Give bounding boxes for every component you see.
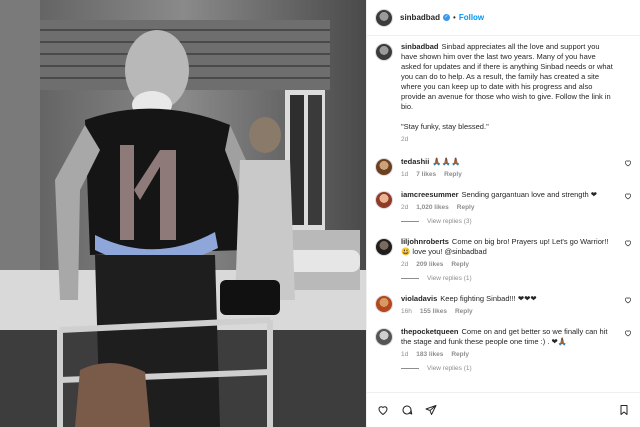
caption-meta: 2d (401, 136, 616, 143)
caption-age: 2d (401, 136, 409, 143)
comment-meta: 1d 183 likes Reply (401, 351, 616, 358)
like-heart-icon[interactable] (624, 159, 632, 167)
commenter-avatar[interactable] (375, 328, 393, 346)
view-replies-button[interactable]: View replies (3) (401, 218, 616, 225)
commenter-avatar[interactable] (375, 295, 393, 313)
comment-text: Sending gargantuan love and strength ❤ (461, 190, 598, 199)
caption-username[interactable]: sinbadbad (401, 42, 439, 51)
reply-button[interactable]: Reply (451, 351, 469, 358)
caption-row: sinbadbad Sinbad appreciates all the love… (367, 42, 640, 143)
commenter-username[interactable]: iamcreesummer (401, 190, 459, 199)
comment-age: 16h (401, 308, 412, 315)
post-header: sinbadbad ✓ • Follow (367, 0, 640, 36)
comment-item: liljohnroberts Come on big bro! Prayers u… (367, 237, 640, 282)
author-username[interactable]: sinbadbad (400, 13, 440, 22)
action-bar (367, 392, 640, 427)
separator-dot: • (453, 13, 456, 22)
caption-text: sinbadbad Sinbad appreciates all the love… (401, 42, 616, 112)
comment-item: tedashii 🙏🏾🙏🏾🙏🏾 1d 7 likes Reply (367, 157, 640, 178)
like-heart-icon[interactable] (624, 329, 632, 337)
view-replies-label[interactable]: View replies (3) (427, 218, 472, 225)
reply-button[interactable]: Reply (444, 171, 462, 178)
commenter-avatar[interactable] (375, 191, 393, 209)
comment-meta: 2d 209 likes Reply (401, 261, 616, 268)
comment-meta: 16h 155 likes Reply (401, 308, 616, 315)
comment-age: 2d (401, 261, 409, 268)
comment-likes[interactable]: 1,020 likes (416, 204, 449, 211)
author-avatar[interactable] (375, 43, 393, 61)
commenter-username[interactable]: liljohnroberts (401, 237, 449, 246)
view-replies-button[interactable]: View replies (1) (401, 275, 616, 282)
share-paper-plane-icon[interactable] (425, 404, 437, 416)
author-avatar[interactable] (375, 8, 393, 27)
comment-item: violadavis Keep fighting Sinbad!!! ❤❤❤ 16… (367, 294, 640, 315)
comment-age: 2d (401, 204, 409, 211)
view-replies-label[interactable]: View replies (1) (427, 275, 472, 282)
replies-divider (401, 368, 419, 369)
like-heart-icon[interactable] (624, 239, 632, 247)
comment-meta: 1d 7 likes Reply (401, 171, 616, 178)
comments-list: sinbadbad Sinbad appreciates all the love… (367, 40, 640, 392)
verified-badge-icon: ✓ (443, 14, 451, 21)
follow-button[interactable]: Follow (459, 13, 484, 22)
commenter-avatar[interactable] (375, 158, 393, 176)
replies-divider (401, 221, 419, 222)
commenter-avatar[interactable] (375, 238, 393, 256)
view-replies-label[interactable]: View replies (1) (427, 365, 472, 372)
save-bookmark-icon[interactable] (618, 404, 630, 416)
reply-button[interactable]: Reply (457, 204, 475, 211)
comment-likes[interactable]: 7 likes (416, 171, 436, 178)
comment-item: iamcreesummer Sending gargantuan love and… (367, 190, 640, 225)
comment-meta: 2d 1,020 likes Reply (401, 204, 616, 211)
commenter-username[interactable]: tedashii (401, 157, 429, 166)
comment-bubble-icon[interactable] (401, 404, 413, 416)
reply-button[interactable]: Reply (451, 261, 469, 268)
comment-likes[interactable]: 155 likes (420, 308, 447, 315)
comment-item: thepocketqueen Come on and get better so … (367, 327, 640, 372)
comment-text: 🙏🏾🙏🏾🙏🏾 (432, 157, 461, 166)
replies-divider (401, 278, 419, 279)
like-heart-icon[interactable] (624, 296, 632, 304)
view-replies-button[interactable]: View replies (1) (401, 365, 616, 372)
post-side-panel: sinbadbad ✓ • Follow sinbadbad Sinbad app… (366, 0, 640, 427)
commenter-username[interactable]: violadavis (401, 294, 437, 303)
post-photo (0, 0, 366, 427)
comment-likes[interactable]: 183 likes (416, 351, 443, 358)
caption-quote: "Stay funky, stay blessed." (401, 122, 489, 131)
reply-button[interactable]: Reply (455, 308, 473, 315)
comment-likes[interactable]: 209 likes (416, 261, 443, 268)
caption-body: Sinbad appreciates all the love and supp… (401, 42, 613, 111)
comment-age: 1d (401, 351, 409, 358)
comment-text: Keep fighting Sinbad!!! ❤❤❤ (440, 294, 537, 303)
like-heart-icon[interactable] (624, 192, 632, 200)
commenter-username[interactable]: thepocketqueen (401, 327, 459, 336)
comment-age: 1d (401, 171, 409, 178)
like-heart-icon[interactable] (377, 404, 389, 416)
